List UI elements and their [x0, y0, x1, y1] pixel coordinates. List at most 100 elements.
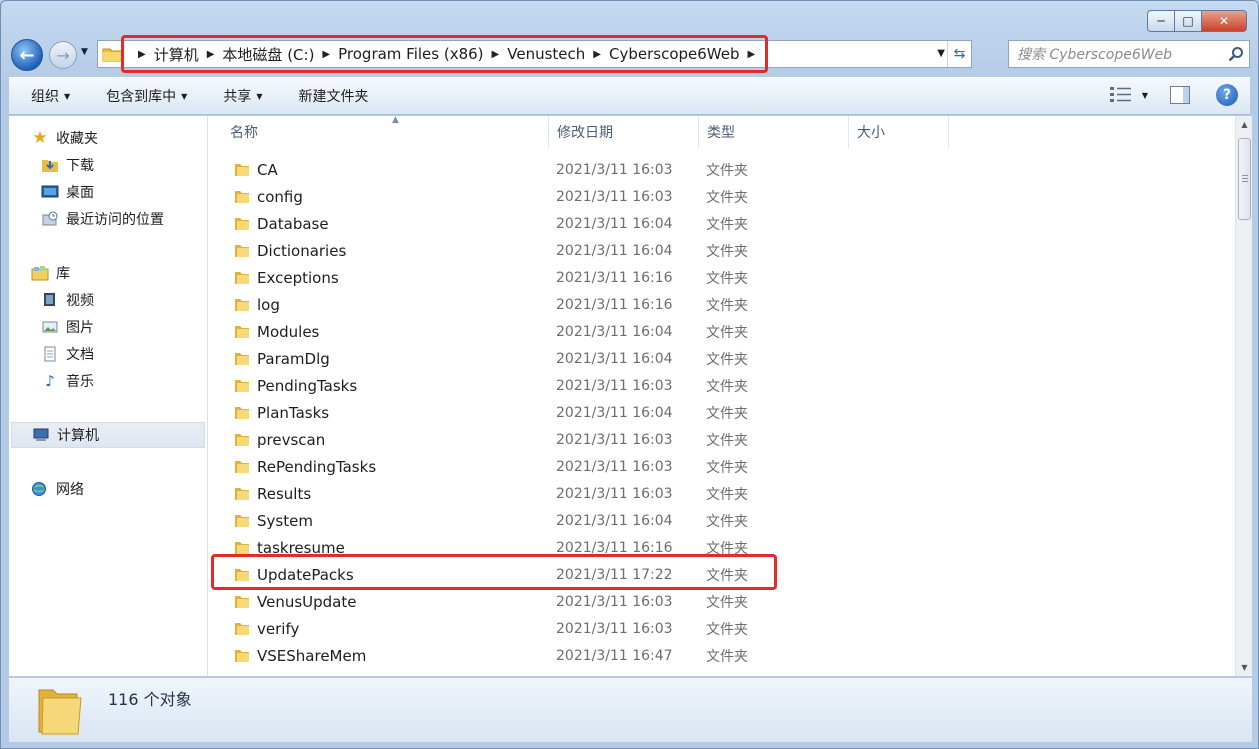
file-row[interactable]: Exceptions 2021/3/11 16:16 文件夹	[208, 264, 1235, 291]
help-icon[interactable]: ?	[1216, 84, 1238, 106]
sidebar-item-libraries[interactable]: 库	[31, 262, 70, 284]
search-icon[interactable]	[1223, 46, 1249, 62]
sidebar-item-recent-places[interactable]: 最近访问的位置	[41, 208, 164, 230]
file-row[interactable]: UpdatePacks 2021/3/11 17:22 文件夹	[208, 561, 1235, 588]
file-date: 2021/3/11 16:04	[556, 323, 673, 340]
file-row[interactable]: prevscan 2021/3/11 16:03 文件夹	[208, 426, 1235, 453]
view-options-icon[interactable]	[1109, 86, 1132, 104]
recent-pages-dropdown-icon[interactable]: ▼	[81, 47, 88, 57]
address-history-dropdown-icon[interactable]: ▼	[937, 48, 945, 59]
breadcrumb-chevron-icon[interactable]: ▶	[322, 49, 330, 60]
file-row[interactable]: VenusUpdate 2021/3/11 16:03 文件夹	[208, 588, 1235, 615]
file-type: 文件夹	[706, 621, 748, 638]
column-header-type[interactable]: 类型	[699, 116, 849, 148]
file-row[interactable]: taskresume 2021/3/11 16:16 文件夹	[208, 534, 1235, 561]
file-date: 2021/3/11 16:03	[556, 485, 673, 502]
breadcrumb-item[interactable]: 计算机	[154, 44, 199, 65]
minimize-button[interactable]: ─	[1147, 10, 1175, 32]
sort-ascending-icon: ▲	[392, 116, 399, 125]
preview-pane-icon[interactable]	[1170, 86, 1190, 104]
sidebar-item-label: 下载	[66, 158, 94, 174]
sidebar-item-network[interactable]: 网络	[31, 478, 84, 500]
sidebar-item-videos[interactable]: 视频	[41, 289, 94, 311]
column-header-size[interactable]: 大小	[849, 116, 949, 148]
include-in-library-menu[interactable]: 包含到库中 ▼	[106, 86, 187, 106]
breadcrumb-chevron-icon[interactable]: ▶	[748, 49, 756, 60]
file-row[interactable]: System 2021/3/11 16:04 文件夹	[208, 507, 1235, 534]
file-row[interactable]: PlanTasks 2021/3/11 16:04 文件夹	[208, 399, 1235, 426]
folder-icon	[235, 272, 249, 284]
sidebar-item-downloads[interactable]: 下载	[41, 154, 94, 176]
folder-icon	[235, 461, 249, 473]
maximize-button[interactable]: □	[1175, 10, 1202, 32]
share-menu[interactable]: 共享 ▼	[223, 86, 262, 106]
command-bar: 组织 ▼ 包含到库中 ▼ 共享 ▼ 新建文件夹 ▼ ?	[9, 77, 1250, 115]
music-icon: ♪	[45, 372, 55, 390]
folder-icon	[235, 434, 249, 446]
sidebar-item-desktop[interactable]: 桌面	[41, 181, 94, 203]
refresh-button[interactable]: ⇆	[947, 41, 971, 67]
file-row[interactable]: ParamDlg 2021/3/11 16:04 文件夹	[208, 345, 1235, 372]
chevron-down-icon: ▼	[64, 91, 71, 101]
breadcrumb-item[interactable]: Program Files (x86)	[338, 45, 483, 63]
sidebar-item-label: 视频	[66, 293, 94, 309]
forward-button[interactable]: →	[49, 41, 77, 69]
column-header-name[interactable]: 名称 ▲	[222, 116, 549, 148]
file-name: config	[257, 187, 303, 206]
file-date: 2021/3/11 16:04	[556, 512, 673, 529]
file-row[interactable]: Modules 2021/3/11 16:04 文件夹	[208, 318, 1235, 345]
back-button[interactable]: ←	[11, 39, 43, 71]
file-row[interactable]: Results 2021/3/11 16:03 文件夹	[208, 480, 1235, 507]
breadcrumb-chevron-icon[interactable]: ▶	[138, 49, 146, 60]
vertical-scrollbar[interactable]: ▲ ▼	[1235, 116, 1252, 676]
file-date: 2021/3/11 16:03	[556, 593, 673, 610]
sidebar-item-pictures[interactable]: 图片	[41, 316, 94, 338]
breadcrumb-item[interactable]: Venustech	[507, 45, 585, 63]
file-row[interactable]: VSEShareMem 2021/3/11 16:47 文件夹	[208, 642, 1235, 669]
file-row[interactable]: config 2021/3/11 16:03 文件夹	[208, 183, 1235, 210]
breadcrumb-chevron-icon[interactable]: ▶	[492, 49, 500, 60]
view-controls: ▼ ?	[1109, 84, 1238, 106]
file-row[interactable]: verify 2021/3/11 16:03 文件夹	[208, 615, 1235, 642]
organize-menu[interactable]: 组织 ▼	[31, 86, 70, 106]
sidebar-item-documents[interactable]: 文档	[41, 343, 94, 365]
sidebar-item-music[interactable]: ♪ 音乐	[41, 370, 94, 392]
sidebar-item-favorites[interactable]: ★ 收藏夹	[31, 127, 98, 149]
file-name: Database	[257, 214, 329, 233]
search-input[interactable]: 搜索 Cyberscope6Web	[1017, 44, 1223, 64]
folder-icon	[235, 407, 249, 419]
breadcrumb-item[interactable]: Cyberscope6Web	[609, 45, 740, 63]
breadcrumb-chevron-icon[interactable]: ▶	[207, 49, 215, 60]
file-name: Exceptions	[257, 268, 339, 287]
folder-icon	[235, 623, 249, 635]
file-date: 2021/3/11 16:16	[556, 539, 673, 556]
breadcrumb-chevron-icon[interactable]: ▶	[593, 49, 601, 60]
file-row[interactable]: PendingTasks 2021/3/11 16:03 文件夹	[208, 372, 1235, 399]
scroll-thumb[interactable]	[1238, 138, 1251, 220]
recent-places-icon	[42, 211, 58, 226]
scroll-down-icon[interactable]: ▼	[1236, 659, 1253, 676]
new-folder-button[interactable]: 新建文件夹	[298, 86, 368, 106]
file-row[interactable]: CA 2021/3/11 16:03 文件夹	[208, 156, 1235, 183]
file-type: 文件夹	[706, 459, 748, 476]
chevron-down-icon[interactable]: ▼	[1142, 91, 1148, 100]
share-label: 共享	[223, 89, 252, 105]
file-date: 2021/3/11 16:03	[556, 431, 673, 448]
address-bar[interactable]: ▶ 计算机 ▶ 本地磁盘 (C:) ▶ Program Files (x86) ▶ Venus…	[97, 40, 972, 68]
column-header-date[interactable]: 修改日期	[549, 116, 699, 148]
close-button[interactable]: ✕	[1202, 10, 1247, 32]
sidebar-item-label: 图片	[66, 320, 94, 336]
sidebar-item-computer[interactable]: 计算机	[11, 422, 205, 448]
search-box[interactable]: 搜索 Cyberscope6Web	[1008, 40, 1250, 68]
file-row[interactable]: RePendingTasks 2021/3/11 16:03 文件夹	[208, 453, 1235, 480]
file-type: 文件夹	[706, 405, 748, 422]
file-name: RePendingTasks	[257, 457, 377, 476]
scroll-up-icon[interactable]: ▲	[1236, 116, 1253, 133]
sidebar-item-label: 网络	[56, 482, 84, 498]
file-row[interactable]: Database 2021/3/11 16:04 文件夹	[208, 210, 1235, 237]
documents-icon	[44, 346, 56, 362]
column-type-label: 类型	[707, 125, 735, 141]
file-row[interactable]: Dictionaries 2021/3/11 16:04 文件夹	[208, 237, 1235, 264]
breadcrumb-item[interactable]: 本地磁盘 (C:)	[222, 44, 314, 65]
file-row[interactable]: log 2021/3/11 16:16 文件夹	[208, 291, 1235, 318]
